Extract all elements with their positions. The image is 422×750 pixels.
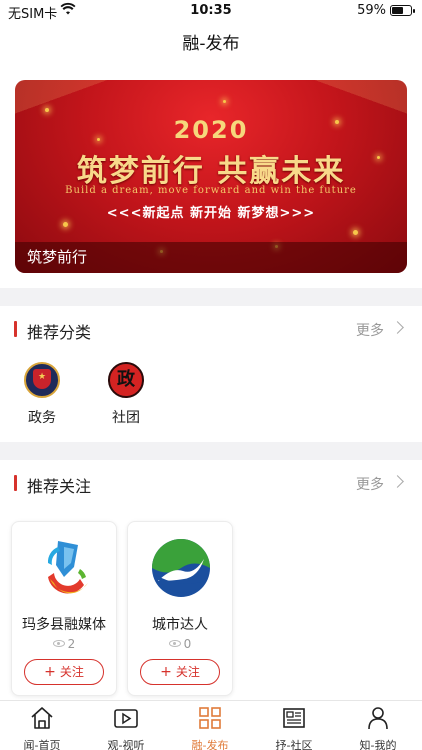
person-icon xyxy=(368,707,388,730)
police-badge-icon: ★ xyxy=(24,362,60,398)
section-header: 推荐关注 更多 xyxy=(0,470,422,496)
banner-slogan: <<<新起点 新开始 新梦想>>> xyxy=(106,206,316,221)
section-header: 推荐分类 更多 xyxy=(0,316,422,342)
banner-caption: 筑梦前行 xyxy=(27,248,88,266)
tab-label: 知-我的 xyxy=(359,739,397,750)
city-expert-logo-icon xyxy=(152,539,210,597)
banner-english-subtitle: Build a dream, move forward and win the … xyxy=(65,185,357,196)
battery-percent: 59% xyxy=(357,3,386,18)
maduo-media-logo-icon xyxy=(47,541,88,594)
category-label: 社团 xyxy=(112,410,140,426)
more-follows-link[interactable]: 更多 xyxy=(356,474,384,494)
category-item-government[interactable]: ★ 政务 xyxy=(12,362,72,427)
banner-year: 2020 xyxy=(173,116,249,144)
category-item-community[interactable]: 政 社团 xyxy=(96,362,156,427)
account-card-city-expert[interactable]: 城市达人 0 + 关注 xyxy=(127,521,233,696)
bottom-tab-bar: 闻-首页 观-视听 融-发布 抒-社区 知-我的 xyxy=(0,700,422,750)
view-count: 2 xyxy=(12,637,116,651)
view-count: 0 xyxy=(128,637,232,651)
promo-banner[interactable]: 2020 筑梦前行 共赢未来 Build a dream, move forwa… xyxy=(15,80,407,273)
tab-profile[interactable]: 知-我的 xyxy=(336,701,420,750)
more-categories-link[interactable]: 更多 xyxy=(356,320,384,340)
section-accent-bar xyxy=(14,321,17,337)
status-bar: 无SIM卡 10:35 59% xyxy=(0,0,422,22)
tab-label: 观-视听 xyxy=(107,739,145,750)
video-icon xyxy=(114,709,138,728)
chevron-right-icon[interactable] xyxy=(391,475,404,488)
tab-label: 融-发布 xyxy=(191,739,229,750)
tab-community[interactable]: 抒-社区 xyxy=(252,701,336,750)
battery-icon xyxy=(390,5,415,16)
category-label: 政务 xyxy=(28,410,56,426)
section-title: 推荐关注 xyxy=(27,477,92,496)
follow-button[interactable]: + 关注 xyxy=(24,659,104,685)
banner-section: 2020 筑梦前行 共赢未来 Build a dream, move forwa… xyxy=(0,66,422,288)
section-accent-bar xyxy=(14,475,17,491)
tab-home[interactable]: 闻-首页 xyxy=(0,701,84,750)
follow-button[interactable]: + 关注 xyxy=(140,659,220,685)
page-title: 融-发布 xyxy=(0,22,422,66)
zheng-seal-icon: 政 xyxy=(108,362,144,398)
account-card-maduo[interactable]: 玛多县融媒体 2 + 关注 xyxy=(11,521,117,696)
tab-video[interactable]: 观-视听 xyxy=(84,701,168,750)
eye-icon xyxy=(52,640,65,647)
account-name: 城市达人 xyxy=(152,617,208,633)
home-icon xyxy=(31,707,53,729)
tab-label: 抒-社区 xyxy=(275,739,313,750)
recommended-categories-section: 推荐分类 更多 ★ 政务 政 社团 xyxy=(0,306,422,442)
banner-headline: 筑梦前行 共赢未来 xyxy=(76,154,346,189)
grid-icon xyxy=(199,707,221,729)
account-name: 玛多县融媒体 xyxy=(22,617,106,633)
tab-label: 闻-首页 xyxy=(23,739,61,750)
section-title: 推荐分类 xyxy=(27,323,92,342)
newspaper-icon xyxy=(283,708,305,728)
eye-icon xyxy=(168,640,181,647)
recommended-follows-section: 推荐关注 更多 玛多县融媒体 2 + 关注 城市达人 0 + 关注 xyxy=(0,460,422,700)
tab-publish[interactable]: 融-发布 xyxy=(168,701,252,750)
chevron-right-icon[interactable] xyxy=(391,321,404,334)
